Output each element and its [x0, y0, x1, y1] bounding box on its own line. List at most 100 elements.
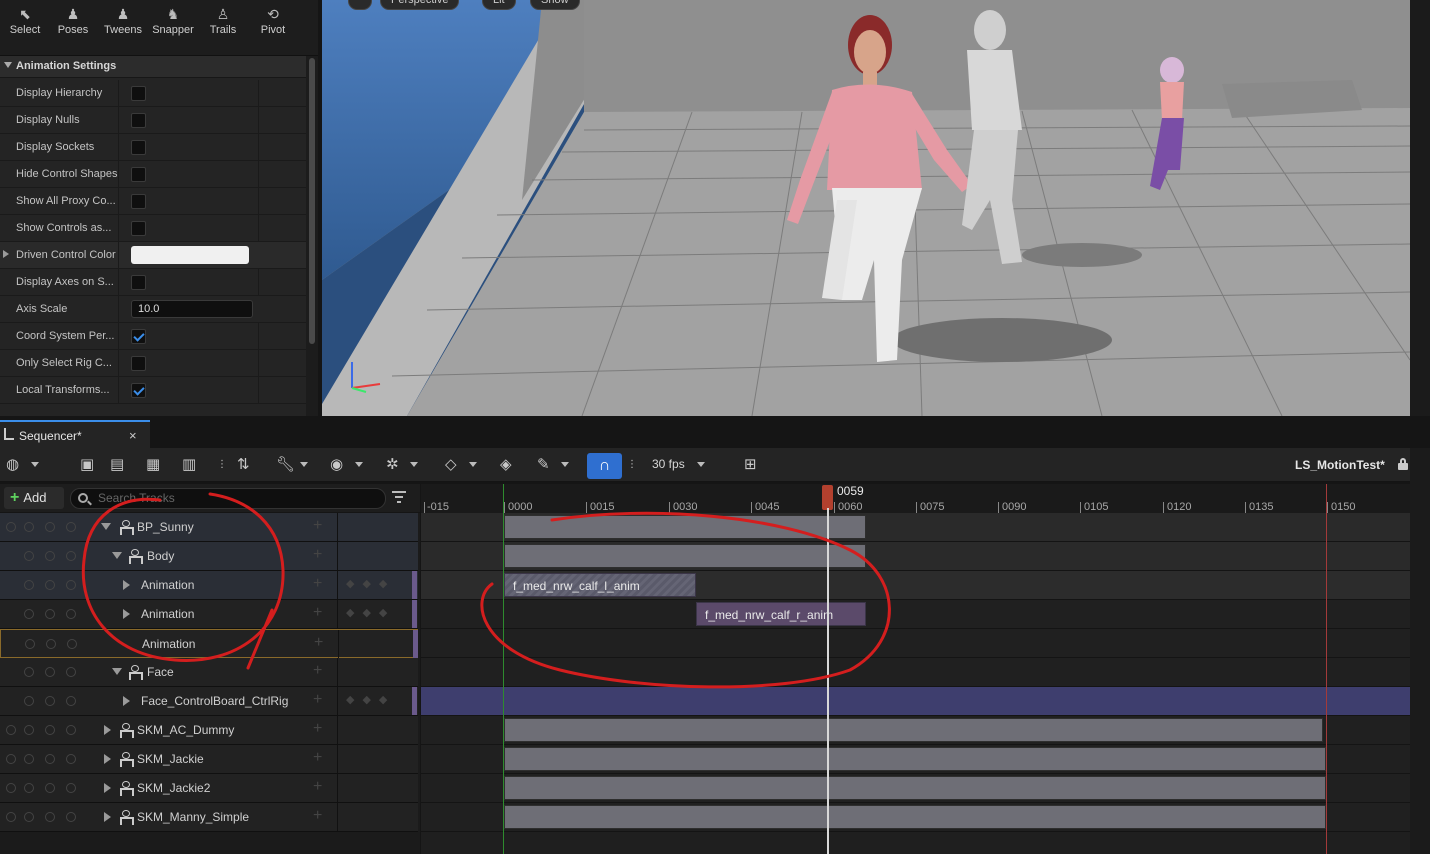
- collapse-caret-icon[interactable]: [112, 552, 122, 559]
- key-interp-icon[interactable]: ◇: [445, 454, 457, 476]
- curve-editor-icon[interactable]: ⊞: [744, 454, 757, 476]
- track-row-animation-2[interactable]: Animation + ◆◆◆: [0, 600, 418, 629]
- add-icon[interactable]: +: [313, 720, 322, 738]
- world-icon[interactable]: ◍: [6, 454, 19, 476]
- playhead-line[interactable]: [827, 508, 829, 854]
- more-options-icon[interactable]: ⋮: [627, 454, 637, 476]
- show-button[interactable]: Show: [530, 0, 580, 10]
- expand-caret-icon[interactable]: [123, 696, 130, 706]
- filter-icon[interactable]: [392, 490, 406, 504]
- add-icon[interactable]: +: [313, 807, 322, 825]
- track-row-bp-sunny[interactable]: BP_Sunny +: [0, 513, 418, 542]
- display-sockets-checkbox[interactable]: [131, 140, 146, 155]
- perspective-button[interactable]: Perspective: [380, 0, 460, 10]
- add-icon[interactable]: +: [313, 749, 322, 767]
- track-row-skm-jackie2[interactable]: SKM_Jackie2 +: [0, 774, 418, 803]
- frame-rate-dropdown[interactable]: 30 fps: [652, 457, 685, 471]
- expand-caret-icon[interactable]: [104, 783, 111, 793]
- skm-manny-simple-bar[interactable]: [504, 805, 1326, 829]
- animation-settings-header[interactable]: Animation Settings: [0, 56, 306, 78]
- timeline-track-face-controlboard[interactable]: [421, 687, 1410, 716]
- save-icon[interactable]: ▣: [80, 454, 94, 476]
- driven-control-color-swatch[interactable]: [131, 246, 249, 264]
- sequencer-tab[interactable]: Sequencer* ×: [0, 420, 150, 448]
- timeline-area[interactable]: -015 0000 0015 0030 0045 0060 0075 0090 …: [421, 484, 1410, 854]
- track-row-animation-1[interactable]: Animation + ◆◆◆: [0, 571, 418, 600]
- skm-jackie2-bar[interactable]: [504, 776, 1326, 800]
- track-row-face-controlboard[interactable]: Face_ControlBoard_CtrlRig + ◆◆◆: [0, 687, 418, 716]
- find-asset-icon[interactable]: ▤: [110, 454, 124, 476]
- clapper-icon[interactable]: ▥: [182, 454, 196, 476]
- track-row-face[interactable]: Face +: [0, 658, 418, 687]
- add-icon[interactable]: +: [313, 575, 322, 593]
- key-navigation[interactable]: ◆◆◆: [346, 693, 395, 706]
- add-icon[interactable]: +: [313, 778, 322, 796]
- playback-end-marker[interactable]: [1326, 484, 1327, 854]
- hide-control-shapes-checkbox[interactable]: [131, 167, 146, 182]
- expand-caret-icon[interactable]: [123, 580, 130, 590]
- scrollbar-thumb[interactable]: [309, 58, 315, 344]
- time-ruler[interactable]: -015 0000 0015 0030 0045 0060 0075 0090 …: [421, 484, 1410, 514]
- playhead-handle[interactable]: [822, 485, 833, 510]
- pivot-tool-button[interactable]: ⟲ Pivot: [248, 4, 298, 44]
- chevron-down-icon[interactable]: [469, 462, 477, 467]
- key-navigation[interactable]: ◆◆◆: [346, 606, 395, 619]
- track-row-body[interactable]: Body +: [0, 542, 418, 571]
- track-row-animation-3[interactable]: Animation +: [0, 629, 418, 658]
- display-nulls-checkbox[interactable]: [131, 113, 146, 128]
- timeline-track-animation-2[interactable]: [421, 600, 1410, 629]
- anim-section-calf-l[interactable]: f_med_nrw_calf_l_anim: [504, 573, 696, 597]
- snapper-tool-button[interactable]: ♞ Snapper: [148, 4, 198, 44]
- snap-toggle-button[interactable]: ∩: [587, 453, 622, 479]
- display-hierarchy-checkbox[interactable]: [131, 86, 146, 101]
- anim-section-calf-r[interactable]: f_med_nrw_calf_r_anim: [696, 602, 866, 626]
- add-icon[interactable]: +: [314, 634, 323, 652]
- chevron-down-icon[interactable]: [697, 462, 705, 467]
- show-all-proxy-checkbox[interactable]: [131, 194, 146, 209]
- key-navigation[interactable]: ◆◆◆: [346, 577, 395, 590]
- level-viewport[interactable]: Perspective Lit Show: [322, 0, 1410, 416]
- track-row-skm-jackie[interactable]: SKM_Jackie +: [0, 745, 418, 774]
- skm-jackie-bar[interactable]: [504, 747, 1326, 771]
- timeline-track-face[interactable]: [421, 658, 1410, 687]
- tweens-tool-button[interactable]: ♟ Tweens: [98, 4, 148, 44]
- close-tab-icon[interactable]: ×: [129, 428, 137, 443]
- chevron-down-icon[interactable]: [31, 462, 39, 467]
- select-tool-button[interactable]: ⬉ Select: [0, 4, 50, 44]
- trails-tool-button[interactable]: ♙ Trails: [198, 4, 248, 44]
- settings-scrollbar[interactable]: [306, 56, 318, 416]
- key-tangent-icon[interactable]: ◈: [500, 454, 512, 476]
- search-tracks-input[interactable]: Search Tracks: [70, 488, 386, 509]
- collapse-caret-icon[interactable]: [112, 668, 122, 675]
- add-track-button[interactable]: + Add: [4, 487, 64, 509]
- axis-scale-input[interactable]: 10.0: [131, 300, 253, 318]
- chevron-down-icon[interactable]: [410, 462, 418, 467]
- skm-ac-dummy-bar[interactable]: [504, 718, 1323, 742]
- add-icon[interactable]: +: [313, 604, 322, 622]
- playback-options-icon[interactable]: ⇅: [237, 454, 250, 476]
- expand-caret-icon[interactable]: [123, 609, 130, 619]
- bp-sunny-range-bar[interactable]: [504, 515, 866, 539]
- body-range-bar[interactable]: [504, 544, 866, 568]
- edit-pen-icon[interactable]: ✎: [537, 454, 550, 476]
- track-row-skm-ac-dummy[interactable]: SKM_AC_Dummy +: [0, 716, 418, 745]
- expand-caret-icon[interactable]: [104, 725, 111, 735]
- display-axes-checkbox[interactable]: [131, 275, 146, 290]
- more-options-icon[interactable]: ⋮: [217, 454, 227, 476]
- lock-icon[interactable]: [1398, 458, 1408, 470]
- eye-icon[interactable]: ◉: [330, 454, 343, 476]
- coord-system-checkbox[interactable]: [131, 329, 146, 344]
- collapse-caret-icon[interactable]: [101, 523, 111, 530]
- keyframe-settings-icon[interactable]: ✲: [386, 454, 399, 476]
- expand-caret-icon[interactable]: [104, 812, 111, 822]
- add-icon[interactable]: +: [313, 517, 322, 535]
- add-icon[interactable]: +: [313, 691, 322, 709]
- track-row-skm-manny-simple[interactable]: SKM_Manny_Simple +: [0, 803, 418, 832]
- chevron-down-icon[interactable]: [300, 462, 308, 467]
- expand-caret-icon[interactable]: [104, 754, 111, 764]
- playback-start-marker[interactable]: [503, 484, 504, 854]
- add-icon[interactable]: +: [313, 662, 322, 680]
- timeline-track-animation-3[interactable]: [421, 629, 1410, 658]
- show-controls-as-checkbox[interactable]: [131, 221, 146, 236]
- render-movie-icon[interactable]: ▦: [146, 454, 160, 476]
